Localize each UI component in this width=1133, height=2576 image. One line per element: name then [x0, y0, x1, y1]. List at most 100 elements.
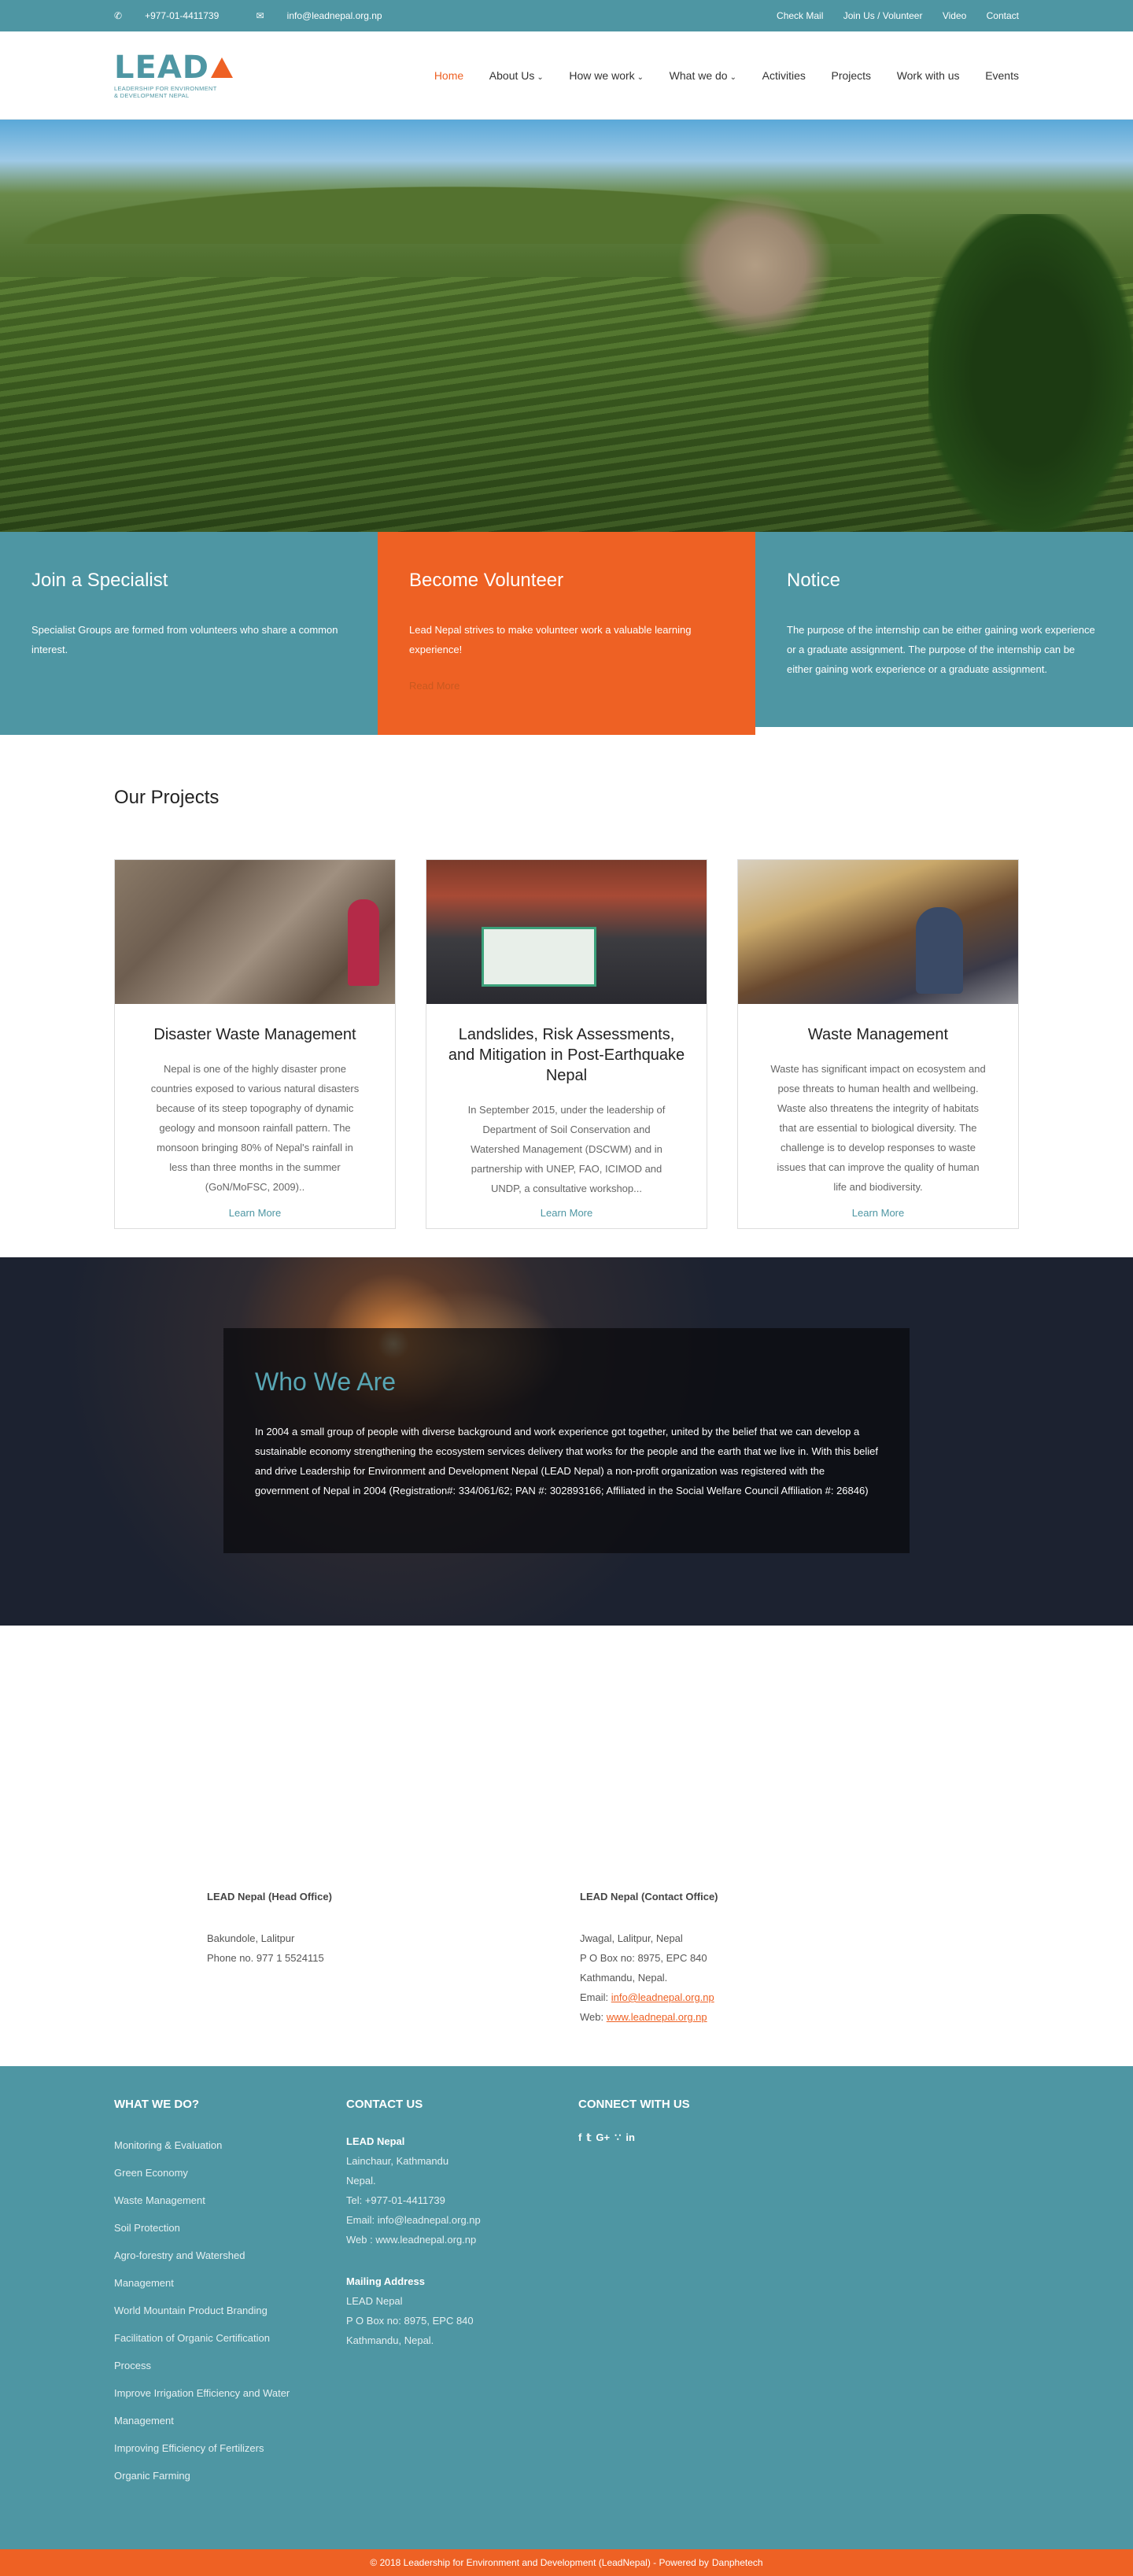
site-logo[interactable]: LEAD LEADERSHIP FOR ENVIRONMENT & DEVELO…: [114, 52, 233, 99]
become-volunteer-box: Become Volunteer Lead Nepal strives to m…: [378, 532, 755, 735]
top-bar: ✆ +977-01-4411739 ✉ info@leadnepal.org.n…: [0, 0, 1133, 31]
site-header: LEAD LEADERSHIP FOR ENVIRONMENT & DEVELO…: [0, 31, 1133, 120]
join-specialist-text: Specialist Groups are formed from volunt…: [31, 624, 338, 655]
footer-mailing-city: Kathmandu, Nepal.: [346, 2334, 434, 2346]
project-title: Disaster Waste Management: [153, 1026, 356, 1043]
contact-office-email: Email: info@leadnepal.org.np: [580, 1991, 714, 2003]
project-card: Disaster Waste Management Nepal is one o…: [114, 859, 396, 1229]
footer-list-item[interactable]: Management: [114, 2269, 346, 2297]
footer-list-item[interactable]: Monitoring & Evaluation: [114, 2131, 346, 2159]
footer-address: Lainchaur, Kathmandu: [346, 2155, 449, 2167]
volunteer-read-more-link[interactable]: Read More: [409, 680, 459, 692]
google-plus-icon[interactable]: G+: [596, 2131, 610, 2144]
project-summary: In September 2015, under the leadership …: [467, 1104, 666, 1194]
footer-mailing-box: P O Box no: 8975, EPC 840: [346, 2315, 474, 2327]
logo-triangle-icon: [210, 57, 233, 78]
footer-what-we-do: WHAT WE DO? Monitoring & Evaluation Gree…: [114, 2098, 346, 2489]
nav-what-we-do[interactable]: What we do ⌄: [670, 69, 736, 82]
chevron-down-icon: ⌄: [537, 73, 544, 82]
office-email-link[interactable]: info@leadnepal.org.np: [611, 1991, 714, 2003]
projects-heading: Our Projects: [114, 787, 220, 808]
footer-list-item[interactable]: Soil Protection: [114, 2214, 346, 2242]
project-image-disaster-waste: [115, 860, 395, 1004]
envelope-icon: ✉: [256, 10, 264, 21]
twitter-icon[interactable]: 𝕥: [586, 2131, 591, 2144]
contact-link[interactable]: Contact: [987, 10, 1019, 21]
footer-list-item[interactable]: World Mountain Product Branding: [114, 2297, 346, 2324]
offices-section: LEAD Nepal (Head Office) Bakundole, Lali…: [0, 1626, 1133, 2066]
nav-work-with-us[interactable]: Work with us: [897, 69, 960, 82]
learn-more-link[interactable]: Learn More: [426, 1207, 707, 1219]
logo-wordmark: LEAD: [114, 52, 233, 83]
project-title: Waste Management: [807, 1026, 949, 1043]
become-volunteer-text: Lead Nepal strives to make volunteer wor…: [409, 624, 692, 655]
project-image-landslides: [426, 860, 707, 1004]
main-nav: Home About Us ⌄ How we work ⌄ What we do ⌄ …: [411, 69, 1019, 82]
rss-icon[interactable]: ∵: [614, 2131, 621, 2144]
footer-web[interactable]: Web : www.leadnepal.org.np: [346, 2230, 578, 2249]
contact-office-web: Web: www.leadnepal.org.np: [580, 2011, 707, 2023]
video-link[interactable]: Video: [943, 10, 966, 21]
footer-list-item[interactable]: Green Economy: [114, 2159, 346, 2187]
phone-icon: ✆: [114, 10, 123, 21]
project-summary: Waste has significant impact on ecosyste…: [770, 1063, 986, 1193]
powered-by-link[interactable]: Danphetech: [712, 2549, 763, 2576]
project-summary: Nepal is one of the highly disaster pron…: [150, 1063, 360, 1193]
contact-office-city: Kathmandu, Nepal.: [580, 1972, 668, 1984]
head-office-phone: Phone no. 977 1 5524115: [207, 1952, 324, 1964]
footer-org-name: LEAD Nepal: [346, 2135, 405, 2147]
copyright-text: © 2018 Leadership for Environment and De…: [370, 2557, 709, 2568]
head-office: LEAD Nepal (Head Office) Bakundole, Lali…: [207, 1887, 522, 1968]
footer-mailing-org: LEAD Nepal: [346, 2295, 403, 2307]
join-volunteer-link[interactable]: Join Us / Volunteer: [843, 10, 923, 21]
who-we-are-text: In 2004 a small group of people with div…: [255, 1426, 878, 1497]
learn-more-link[interactable]: Learn More: [738, 1207, 1018, 1219]
join-specialist-box: Join a Specialist Specialist Groups are …: [0, 532, 378, 735]
who-we-are-panel: Who We Are In 2004 a small group of peop…: [223, 1328, 910, 1553]
contact-office-pobox: P O Box no: 8975, EPC 840: [580, 1952, 707, 1964]
project-card: Landslides, Risk Assessments, and Mitiga…: [426, 859, 707, 1229]
site-footer: WHAT WE DO? Monitoring & Evaluation Gree…: [0, 2066, 1133, 2549]
project-image-waste: [738, 860, 1018, 1004]
nav-about-us[interactable]: About Us ⌄: [489, 69, 544, 82]
project-title: Landslides, Risk Assessments, and Mitiga…: [448, 1026, 685, 1084]
footer-list-item[interactable]: Management: [114, 2407, 346, 2434]
phone-contact: ✆ +977-01-4411739: [114, 10, 236, 21]
hero-landslide: [677, 190, 834, 340]
logo-tagline-1: LEADERSHIP FOR ENVIRONMENT: [114, 85, 217, 92]
footer-list-item[interactable]: Process: [114, 2352, 346, 2379]
footer-contact-block: LEAD Nepal Lainchaur, Kathmandu Nepal. T…: [346, 2131, 578, 2249]
email-contact[interactable]: ✉ info@leadnepal.org.np: [256, 10, 400, 21]
footer-list-item[interactable]: Improving Efficiency of Fertilizers: [114, 2434, 346, 2462]
nav-projects[interactable]: Projects: [831, 69, 871, 82]
check-mail-link[interactable]: Check Mail: [777, 10, 823, 21]
hero-trees: [928, 214, 1133, 532]
footer-list-item[interactable]: Facilitation of Organic Certification: [114, 2324, 346, 2352]
footer-list-item[interactable]: Agro-forestry and Watershed: [114, 2242, 346, 2269]
hero-banner-image: [0, 120, 1133, 532]
logo-tagline-2: & DEVELOPMENT NEPAL: [114, 92, 190, 99]
footer-what-we-do-title: WHAT WE DO?: [114, 2098, 200, 2111]
nav-how-we-work[interactable]: How we work ⌄: [569, 69, 644, 82]
footer-list-item[interactable]: Waste Management: [114, 2187, 346, 2214]
become-volunteer-title: Become Volunteer: [409, 570, 564, 591]
office-web-link[interactable]: www.leadnepal.org.np: [607, 2011, 707, 2023]
footer-list-item[interactable]: Organic Farming: [114, 2462, 346, 2489]
chevron-down-icon: ⌄: [729, 73, 736, 82]
learn-more-link[interactable]: Learn More: [115, 1207, 395, 1219]
chevron-down-icon: ⌄: [637, 73, 644, 82]
copyright-bar: © 2018 Leadership for Environment and De…: [0, 2549, 1133, 2576]
footer-email[interactable]: Email: info@leadnepal.org.np: [346, 2210, 578, 2230]
footer-tel: Tel: +977-01-4411739: [346, 2194, 445, 2206]
nav-home[interactable]: Home: [434, 69, 463, 82]
footer-mailing-title: Mailing Address: [346, 2275, 425, 2287]
email-address[interactable]: info@leadnepal.org.np: [287, 10, 382, 21]
linkedin-icon[interactable]: in: [626, 2131, 635, 2144]
footer-list-item[interactable]: Improve Irrigation Efficiency and Water: [114, 2379, 346, 2407]
join-specialist-title: Join a Specialist: [31, 570, 168, 591]
notice-text: The purpose of the internship can be eit…: [787, 624, 1095, 675]
project-card: Waste Management Waste has significant i…: [737, 859, 1019, 1229]
nav-activities[interactable]: Activities: [762, 69, 806, 82]
facebook-icon[interactable]: f: [578, 2131, 581, 2144]
nav-events[interactable]: Events: [985, 69, 1019, 82]
